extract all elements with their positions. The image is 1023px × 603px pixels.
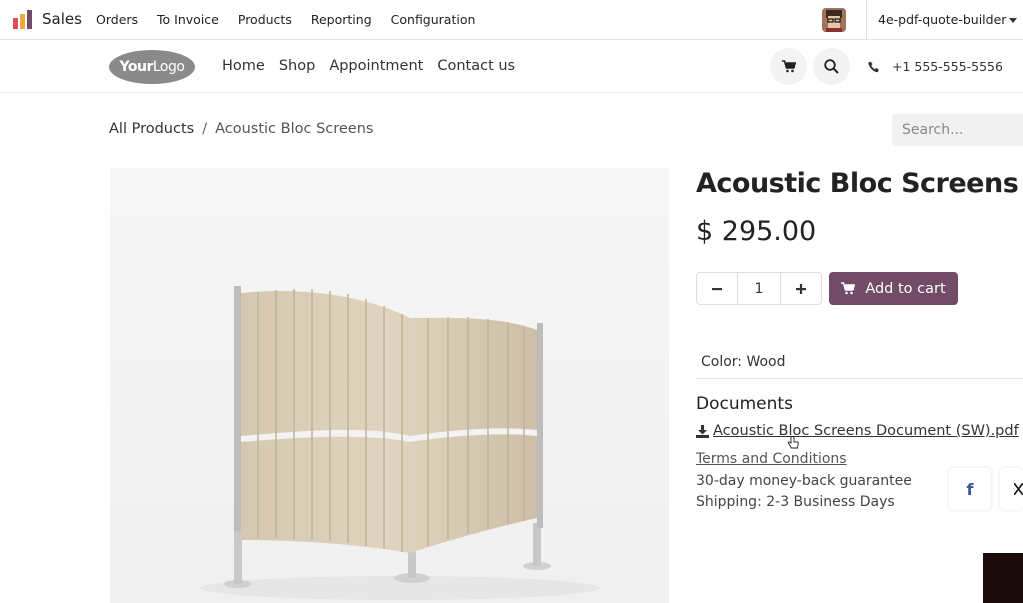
documents-heading: Documents — [696, 394, 793, 414]
menu-reporting[interactable]: Reporting — [311, 12, 372, 27]
share-facebook-button[interactable]: f — [949, 468, 991, 510]
search-icon — [824, 59, 839, 74]
facebook-icon: f — [966, 479, 974, 499]
product-image[interactable] — [110, 168, 669, 603]
chevron-down-icon[interactable] — [1009, 18, 1017, 23]
logo-text-light: Logo — [152, 59, 185, 75]
product-title: Acoustic Bloc Screens — [696, 168, 1019, 199]
minus-icon — [712, 287, 723, 290]
download-icon — [696, 424, 709, 438]
app-name[interactable]: Sales — [42, 10, 82, 28]
quantity-increase-button[interactable] — [781, 273, 821, 304]
cart-icon — [781, 60, 796, 73]
add-to-cart-label: Add to cart — [865, 280, 946, 297]
odoo-navbar: Sales Orders To Invoice Products Reporti… — [0, 0, 1023, 40]
cart-icon — [841, 282, 856, 295]
phone-link[interactable]: +1 555-555-5556 — [868, 59, 1003, 74]
breadcrumb-current: Acoustic Bloc Screens — [215, 121, 374, 137]
hand-cursor-icon — [787, 436, 799, 449]
breadcrumb-separator: / — [202, 121, 208, 137]
search-input[interactable] — [892, 114, 1023, 146]
menu-configuration[interactable]: Configuration — [391, 12, 476, 27]
avatar-face-icon — [822, 8, 846, 32]
nav-shop[interactable]: Shop — [279, 58, 315, 74]
x-twitter-icon — [1014, 483, 1023, 495]
menu-products[interactable]: Products — [238, 12, 292, 27]
phone-icon — [868, 61, 879, 72]
quantity-decrease-button[interactable] — [697, 273, 737, 304]
breadcrumb-all-products[interactable]: All Products — [109, 121, 194, 137]
search-button[interactable] — [813, 48, 850, 85]
site-nav: Home Shop Appointment Contact us — [222, 58, 529, 74]
sales-app-icon[interactable] — [12, 9, 34, 31]
document-download-link[interactable]: Acoustic Bloc Screens Document (SW).pdf — [696, 423, 1019, 439]
color-attribute: Color: Wood — [701, 354, 786, 370]
shipping-text: Shipping: 2-3 Business Days — [696, 494, 895, 510]
add-to-cart-button[interactable]: Add to cart — [829, 272, 958, 305]
navbar-divider — [866, 0, 867, 40]
menu-to-invoice[interactable]: To Invoice — [157, 12, 219, 27]
website-header: Your Logo Home Shop Appointment Contact u… — [0, 41, 1023, 93]
quantity-stepper: 1 — [696, 272, 822, 305]
logo-text-bold: Your — [119, 59, 154, 75]
plus-icon — [795, 283, 806, 294]
acoustic-screen-illustration — [200, 286, 600, 600]
product-price: $ 295.00 — [696, 216, 817, 247]
share-x-button[interactable] — [1000, 468, 1023, 510]
top-menu: Orders To Invoice Products Reporting Con… — [96, 12, 494, 27]
video-thumbnail-corner — [983, 553, 1023, 603]
guarantee-text: 30-day money-back guarantee — [696, 473, 912, 489]
cart-button[interactable] — [770, 48, 807, 85]
breadcrumb: All Products / Acoustic Bloc Screens — [109, 121, 373, 137]
site-logo[interactable]: Your Logo — [109, 50, 195, 84]
nav-contact-us[interactable]: Contact us — [437, 58, 515, 74]
menu-orders[interactable]: Orders — [96, 12, 138, 27]
phone-number: +1 555-555-5556 — [892, 59, 1003, 74]
nav-home[interactable]: Home — [222, 58, 265, 74]
terms-link[interactable]: Terms and Conditions — [696, 451, 847, 467]
database-name[interactable]: 4e-pdf-quote-builder — [878, 12, 1006, 27]
nav-appointment[interactable]: Appointment — [329, 58, 423, 74]
section-divider — [696, 378, 1023, 379]
user-avatar[interactable] — [822, 8, 846, 32]
quantity-input[interactable]: 1 — [737, 273, 781, 304]
document-link-text: Acoustic Bloc Screens Document (SW).pdf — [713, 423, 1019, 439]
